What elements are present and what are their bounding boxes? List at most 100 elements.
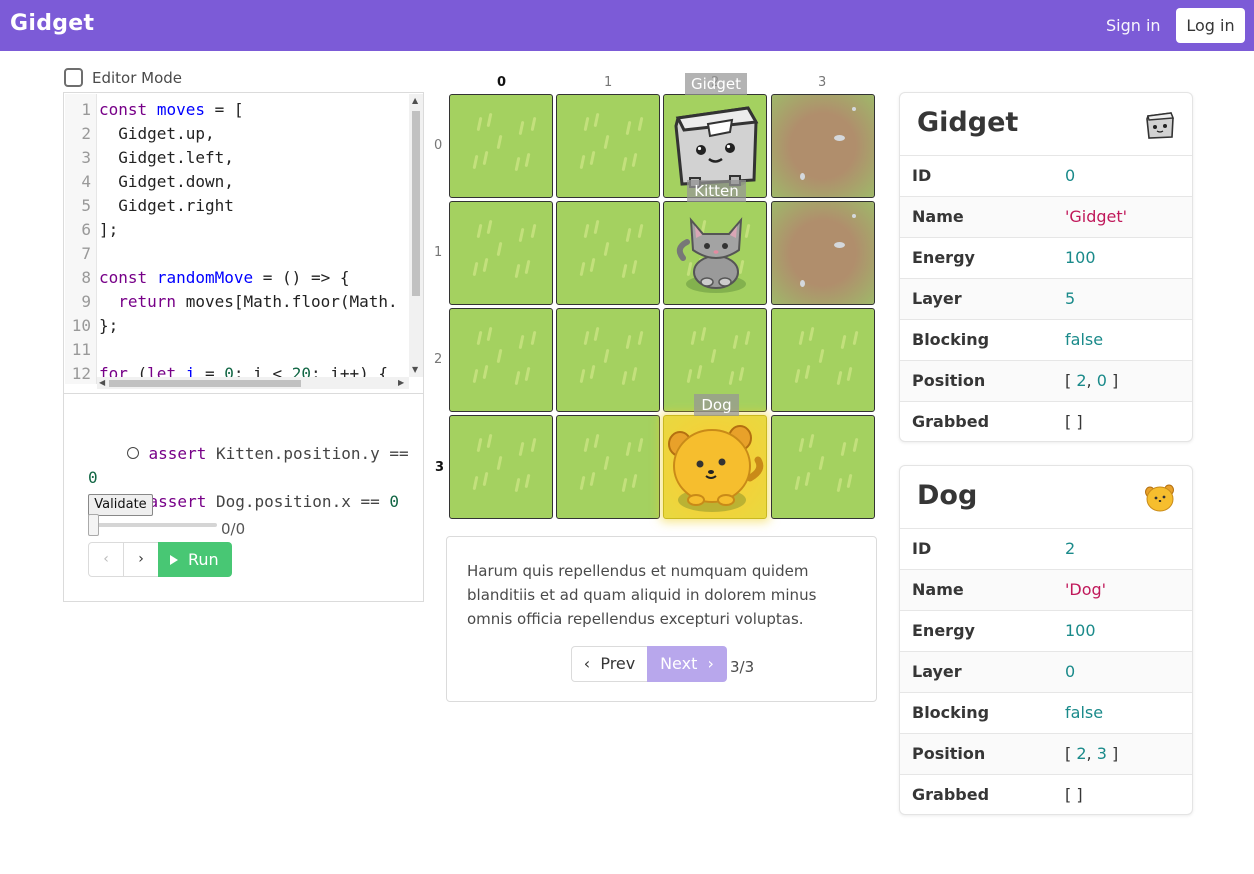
step-slider-track[interactable] bbox=[94, 523, 217, 527]
grass-blade bbox=[846, 366, 853, 382]
line-number: 10 bbox=[71, 316, 91, 335]
property-row: Energy 100 bbox=[900, 237, 1192, 278]
property-value: false bbox=[1065, 330, 1104, 349]
pebble bbox=[852, 107, 856, 111]
code-line: const moves = [ bbox=[99, 100, 244, 119]
grass-blade bbox=[530, 437, 537, 453]
property-row: Grabbed [ ] bbox=[900, 401, 1192, 441]
grass-tile[interactable] bbox=[771, 415, 875, 519]
property-key: Energy bbox=[912, 621, 975, 640]
grass-blade bbox=[625, 227, 632, 243]
grass-blade bbox=[583, 437, 590, 453]
validate-button[interactable]: Validate bbox=[88, 494, 153, 516]
grass-blade bbox=[631, 473, 638, 489]
step-back-button[interactable]: ‹ bbox=[88, 542, 124, 577]
grass-blade bbox=[603, 348, 610, 364]
grass-tile[interactable] bbox=[556, 94, 660, 198]
kitten-icon[interactable] bbox=[673, 208, 759, 296]
grass-blade bbox=[794, 475, 801, 491]
property-row: Name 'Dog' bbox=[900, 569, 1192, 610]
dog-icon[interactable] bbox=[666, 418, 766, 514]
grass-blade bbox=[476, 116, 483, 132]
row-header: 3 bbox=[435, 460, 445, 475]
scroll-down-icon[interactable]: ▼ bbox=[412, 365, 418, 374]
log-in-button[interactable]: Log in bbox=[1176, 8, 1245, 43]
property-key: ID bbox=[912, 539, 932, 558]
code-editor[interactable]: 1 2 3 4 5 6 7 8 9 10 11 12 13 const move… bbox=[65, 94, 409, 384]
grass-blade bbox=[603, 134, 610, 150]
grass-blade bbox=[637, 116, 644, 132]
grass-blade bbox=[593, 219, 600, 235]
scroll-left-icon[interactable]: ◀ bbox=[99, 378, 105, 387]
line-number: 1 bbox=[81, 100, 91, 119]
position-y: 0 bbox=[1096, 371, 1107, 390]
line-number-gutter: 1 2 3 4 5 6 7 8 9 10 11 12 13 bbox=[65, 94, 97, 384]
line-number: 8 bbox=[81, 268, 91, 287]
dirt-tile[interactable] bbox=[771, 94, 875, 198]
grass-blade bbox=[631, 366, 638, 382]
dirt-tile[interactable] bbox=[771, 201, 875, 305]
property-value: 100 bbox=[1065, 248, 1096, 267]
grass-blade bbox=[514, 477, 521, 493]
grass-blade bbox=[625, 334, 632, 350]
run-label: Run bbox=[188, 550, 219, 569]
code-line: ]; bbox=[99, 220, 119, 239]
grass-blade bbox=[852, 437, 859, 453]
horizontal-scroll-thumb[interactable] bbox=[109, 380, 301, 387]
grass-blade bbox=[579, 475, 586, 491]
property-key: Blocking bbox=[912, 703, 990, 722]
grass-blade bbox=[530, 223, 537, 239]
brand-logo[interactable]: Gidget bbox=[10, 11, 94, 36]
grass-tile[interactable] bbox=[449, 201, 553, 305]
property-row: Name 'Gidget' bbox=[900, 196, 1192, 237]
line-number: 7 bbox=[81, 244, 91, 263]
horizontal-scrollbar[interactable]: ◀ ▶ bbox=[97, 377, 409, 389]
prev-label: Prev bbox=[600, 654, 636, 673]
grass-blade bbox=[852, 330, 859, 346]
grass-blade bbox=[840, 334, 847, 350]
grass-blade bbox=[625, 441, 632, 457]
property-row: Energy 100 bbox=[900, 610, 1192, 651]
gidget-robot-icon[interactable] bbox=[670, 98, 762, 190]
property-value: 2 bbox=[1065, 539, 1076, 558]
sign-in-link[interactable]: Sign in bbox=[1106, 16, 1161, 35]
prev-page-button[interactable]: ‹ Prev bbox=[571, 646, 648, 682]
grass-tile[interactable] bbox=[449, 308, 553, 412]
pebble bbox=[852, 214, 856, 218]
grass-blade bbox=[603, 455, 610, 471]
vertical-scroll-thumb[interactable] bbox=[412, 111, 420, 296]
grass-tile[interactable] bbox=[556, 201, 660, 305]
editor-mode-checkbox[interactable] bbox=[64, 68, 83, 87]
grass-tile[interactable] bbox=[449, 94, 553, 198]
grass-blade bbox=[579, 261, 586, 277]
property-key: Name bbox=[912, 207, 964, 226]
property-key: Position bbox=[912, 371, 986, 390]
grass-blade bbox=[631, 259, 638, 275]
property-value: 100 bbox=[1065, 621, 1096, 640]
pebble bbox=[834, 242, 845, 248]
grass-tile[interactable] bbox=[771, 308, 875, 412]
position-y: 3 bbox=[1096, 744, 1107, 763]
vertical-scrollbar[interactable]: ▲ ▼ bbox=[409, 94, 423, 377]
property-value: [ ] bbox=[1065, 785, 1083, 804]
property-key: Name bbox=[912, 580, 964, 599]
scroll-up-icon[interactable]: ▲ bbox=[412, 96, 418, 105]
next-page-button[interactable]: Next › bbox=[647, 646, 727, 682]
code-line: Gidget.left, bbox=[118, 148, 234, 167]
assert-value: 0 bbox=[389, 492, 400, 511]
grass-blade bbox=[486, 219, 493, 235]
run-button[interactable]: Run bbox=[158, 542, 232, 577]
scroll-right-icon[interactable]: ▶ bbox=[398, 378, 404, 387]
grass-blade bbox=[690, 330, 697, 346]
step-forward-button[interactable]: › bbox=[123, 542, 159, 577]
line-number: 9 bbox=[81, 292, 91, 311]
step-slider-thumb[interactable] bbox=[88, 514, 99, 536]
grass-tile[interactable] bbox=[449, 415, 553, 519]
grass-blade bbox=[589, 150, 596, 166]
grass-blade bbox=[593, 112, 600, 128]
property-value: [ ] bbox=[1065, 412, 1083, 431]
grass-tile[interactable] bbox=[556, 308, 660, 412]
property-key: Grabbed bbox=[912, 785, 990, 804]
grass-blade bbox=[621, 156, 628, 172]
grass-tile[interactable] bbox=[556, 415, 660, 519]
